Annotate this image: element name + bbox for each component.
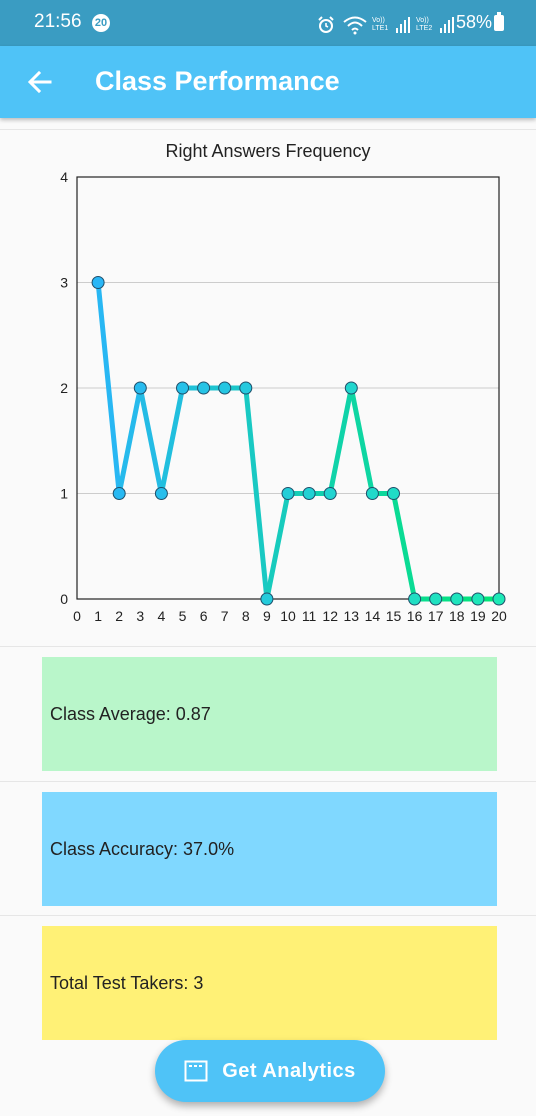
data-point	[281, 487, 295, 500]
data-point	[365, 487, 379, 500]
x-tick-label: 13	[344, 608, 360, 624]
series-line-segment	[137, 385, 164, 496]
data-point	[112, 487, 126, 500]
total-test-takers-text: Total Test Takers: 3	[50, 972, 204, 993]
x-tick-label: 7	[221, 608, 229, 624]
series-line-segment	[264, 491, 291, 602]
x-tick-label: 12	[322, 608, 338, 624]
x-tick-label: 9	[263, 608, 271, 624]
data-point	[387, 487, 400, 500]
divider	[0, 129, 536, 130]
x-tick-label: 19	[470, 608, 486, 624]
data-point	[323, 487, 337, 500]
data-point	[239, 381, 253, 395]
divider	[0, 915, 536, 916]
sim1-label: Vo)) LTE1	[372, 17, 389, 32]
x-tick-label: 17	[428, 608, 444, 624]
x-tick-label: 6	[200, 608, 208, 624]
x-tick-label: 11	[302, 608, 317, 624]
x-tick-label: 1	[94, 608, 102, 624]
battery-percent: 58%	[456, 12, 493, 32]
data-point	[154, 487, 168, 500]
data-point	[302, 487, 316, 500]
data-point	[492, 592, 506, 606]
notification-count-badge: 20	[92, 14, 110, 32]
series-line-segment	[327, 385, 354, 496]
data-point	[344, 381, 358, 395]
data-point	[197, 381, 211, 395]
chart-title: Right Answers Frequency	[165, 141, 371, 161]
data-point	[471, 592, 485, 606]
series-line-segment	[391, 491, 418, 602]
x-tick-label: 5	[179, 608, 187, 624]
x-tick-label: 15	[386, 608, 402, 624]
data-point	[260, 592, 274, 606]
signal-icon	[440, 17, 454, 33]
x-tick-label: 10	[280, 608, 296, 624]
data-point	[218, 381, 232, 395]
x-tick-label: 14	[365, 608, 381, 624]
class-average-card: Class Average: 0.87	[42, 657, 497, 771]
status-bar: 21:56 20 Vo)) LTE1 Vo)) LTE2 58%	[0, 0, 536, 46]
status-time: 21:56	[34, 11, 82, 32]
data-point	[450, 592, 464, 606]
signal-icon	[396, 17, 410, 33]
app-bar: Class Performance	[0, 46, 536, 118]
x-tick-label: 0	[73, 608, 81, 624]
y-tick-label: 0	[60, 591, 68, 607]
battery-icon	[494, 12, 504, 31]
line-chart: 012340 1 2 3 4 5 6 7 8 9 10 11 12 13 14 15 16 17 18 19 20	[60, 169, 507, 624]
page-title: Class Performance	[95, 66, 340, 96]
series-line-segment	[158, 385, 185, 496]
x-tick-label: 20	[491, 608, 507, 624]
y-tick-label: 1	[60, 486, 68, 502]
arrow-left-icon	[27, 70, 52, 94]
x-tick-label: 18	[449, 608, 465, 624]
alarm-icon	[318, 16, 334, 33]
divider	[0, 646, 536, 647]
x-tick-label: 8	[242, 608, 250, 624]
y-tick-label: 4	[60, 169, 68, 185]
wifi-icon	[343, 16, 367, 35]
data-point	[133, 381, 147, 395]
x-tick-label: 4	[158, 608, 166, 624]
sim2-label: Vo)) LTE2	[416, 17, 433, 32]
analytics-window-icon	[184, 1060, 208, 1082]
x-tick-label: 3	[136, 608, 144, 624]
y-tick-label: 3	[60, 275, 68, 291]
data-point	[91, 276, 105, 289]
class-accuracy-card: Class Accuracy: 37.0%	[42, 792, 497, 906]
get-analytics-label: Get Analytics	[222, 1059, 356, 1082]
get-analytics-button[interactable]: Get Analytics	[155, 1040, 385, 1102]
series-line-segment	[348, 385, 375, 496]
series-line-segment	[116, 385, 143, 496]
data-point	[176, 381, 189, 395]
total-test-takers-card: Total Test Takers: 3	[42, 926, 497, 1040]
x-tick-label: 16	[407, 608, 423, 624]
data-point	[408, 592, 422, 606]
y-tick-label: 2	[60, 380, 68, 396]
status-icons: Vo)) LTE1 Vo)) LTE2	[316, 14, 454, 36]
data-point	[429, 592, 443, 606]
divider	[0, 781, 536, 782]
class-average-text: Class Average: 0.87	[50, 703, 211, 724]
x-tick-label: 2	[115, 608, 123, 624]
back-button[interactable]	[20, 62, 60, 102]
class-accuracy-text: Class Accuracy: 37.0%	[50, 838, 235, 859]
